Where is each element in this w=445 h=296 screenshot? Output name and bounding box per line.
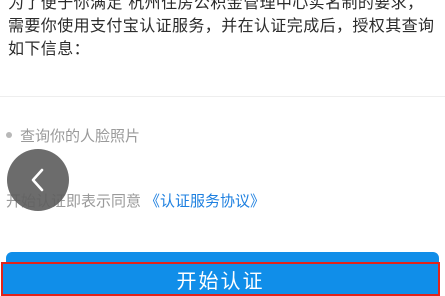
intro-line-3: 如下信息： [8,39,91,58]
intro-line-2: 需要你使用支付宝认证服务，并在认证完成后，授权其查询 [8,16,435,35]
info-item-face-photo: 查询你的人脸照片 [6,124,140,146]
divider [0,96,445,97]
auth-page: 为了便于你满足 杭州住房公积金管理中心实名制的要求， 需要你使用支付宝认证服务，… [0,0,445,296]
intro-line-1: 为了便于你满足 杭州住房公积金管理中心实名制的要求， [8,0,424,12]
chevron-left-icon [29,166,47,194]
agreement-link[interactable]: 《认证服务协议》 [145,190,265,211]
start-verification-label: 开始认证 [176,268,265,293]
cta-top-edge [6,252,439,262]
back-button[interactable] [7,149,69,211]
cta-area: 开始认证 [0,252,445,296]
bullet-icon [6,132,12,138]
start-verification-button[interactable]: 开始认证 [1,262,440,296]
info-item-label: 查询你的人脸照片 [20,126,141,145]
intro-text: 为了便于你满足 杭州住房公积金管理中心实名制的要求， 需要你使用支付宝认证服务，… [8,0,444,60]
